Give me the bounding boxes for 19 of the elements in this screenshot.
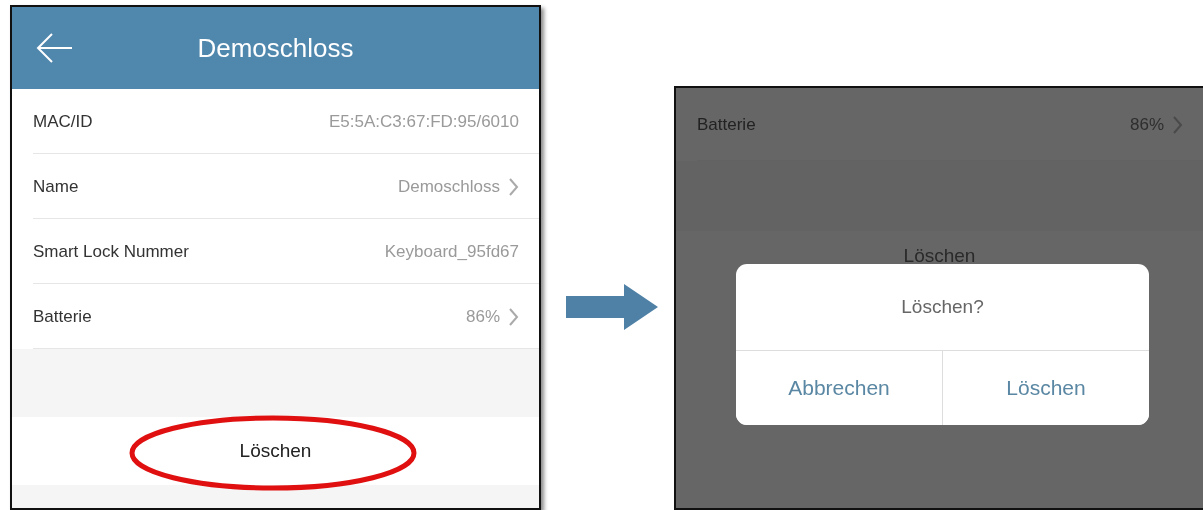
right-arrow-icon [566, 284, 658, 330]
row-label: MAC/ID [33, 110, 93, 133]
header-title: Demoschloss [197, 31, 354, 65]
list-row[interactable]: MAC/ID E5:5A:C3:67:FD:95/6010 [12, 89, 539, 154]
list-row[interactable]: Name Demoschloss [12, 154, 539, 219]
row-value: E5:5A:C3:67:FD:95/6010 [329, 110, 519, 133]
row-label: Name [33, 175, 79, 198]
row-value: Keyboard_95fd67 [384, 240, 519, 263]
row-label: Smart Lock Nummer [33, 240, 189, 263]
list-row[interactable]: Batterie 86% [12, 284, 539, 349]
row-label: Batterie [697, 113, 756, 136]
dialog-button[interactable]: Löschen [942, 351, 1149, 425]
delete-button[interactable]: Löschen [239, 436, 312, 466]
list-row[interactable]: Smart Lock Nummer Keyboard_95fd67 [12, 219, 539, 284]
row-label: Batterie [33, 305, 92, 328]
back-arrow-icon[interactable] [36, 33, 74, 63]
row-value: 86% [465, 305, 500, 328]
row-value: Demoschloss [397, 175, 500, 198]
row-value: 86% [1129, 113, 1164, 136]
